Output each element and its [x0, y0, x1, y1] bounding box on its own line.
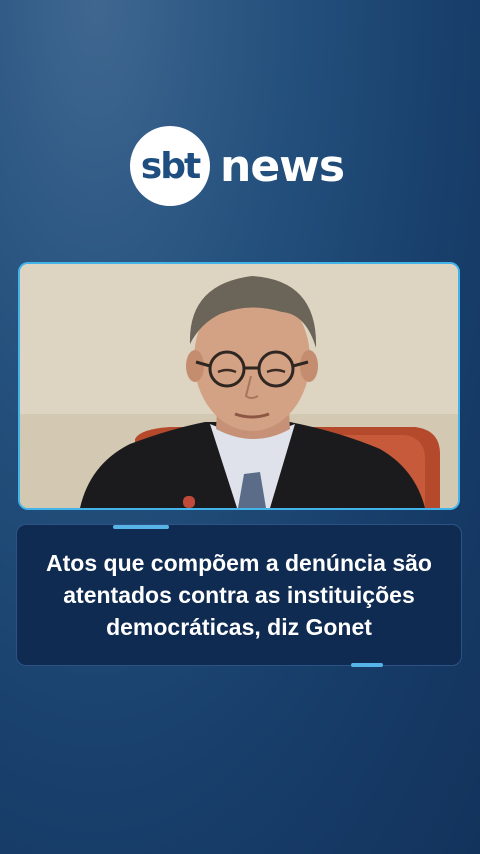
caption-accent-top: [113, 525, 169, 529]
headline-text: Atos que compõem a denúncia são atentado…: [46, 550, 432, 640]
sbt-news-logo: sbt news: [130, 124, 345, 208]
man-portrait-illustration: [20, 264, 458, 508]
caption-accent-bottom: [351, 663, 383, 667]
sbt-logo-circle: sbt: [130, 126, 210, 206]
news-photo: [18, 262, 460, 510]
headline-caption-box: Atos que compõem a denúncia são atentado…: [16, 524, 462, 666]
sbt-logo-mark: sbt: [140, 145, 201, 187]
news-logo-word: news: [220, 140, 345, 192]
